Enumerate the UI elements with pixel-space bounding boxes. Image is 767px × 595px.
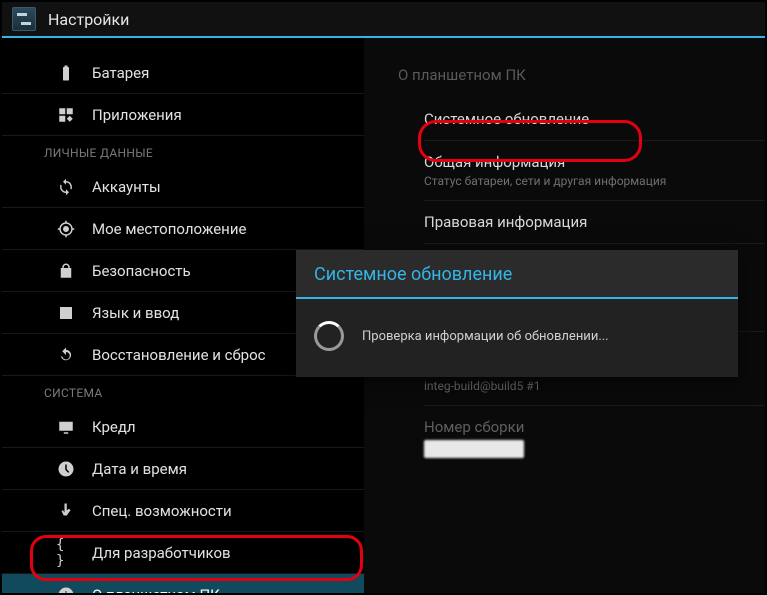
sidebar-item-apps[interactable]: Приложения (2, 94, 364, 136)
main-header: О планшетном ПК (364, 60, 765, 98)
sidebar-label: Безопасность (92, 262, 191, 280)
system-update-dialog: Системное обновление Проверка информации… (296, 250, 738, 377)
detail-title: Номер сборки (424, 418, 765, 436)
dialog-title: Системное обновление (296, 250, 738, 299)
sidebar-label: Приложения (92, 106, 182, 124)
section-header-personal: ЛИЧНЫЕ ДАННЫЕ (2, 136, 364, 166)
item-general-info[interactable]: Общая информация Статус батареи, сети и … (424, 141, 765, 201)
location-icon (56, 219, 76, 239)
item-system-update[interactable]: Системное обновление (424, 98, 765, 141)
display-icon (56, 417, 76, 437)
apps-icon (56, 105, 76, 125)
status-bar: Настройки (2, 2, 765, 38)
reset-icon (56, 345, 76, 365)
settings-icon (12, 7, 36, 31)
sidebar-item-battery[interactable]: Батарея (2, 52, 364, 94)
sync-icon (56, 177, 76, 197)
sidebar-item-location[interactable]: Мое местоположение (2, 208, 364, 250)
language-icon (56, 303, 76, 323)
battery-icon (56, 63, 76, 83)
detail-title: Общая информация (424, 153, 765, 171)
clock-icon (56, 459, 76, 479)
detail-sub: Статус батареи, сети и другая информация (424, 174, 765, 188)
sidebar-item-developer[interactable]: { } Для разработчиков (2, 532, 364, 574)
braces-icon: { } (56, 543, 76, 563)
info-icon (56, 585, 76, 594)
sidebar-item-cradle[interactable]: Кредл (2, 406, 364, 448)
redacted-value (424, 440, 524, 458)
sidebar-label: Батарея (92, 64, 149, 82)
sidebar-label: О планшетном ПК (92, 586, 220, 594)
sidebar-label: Язык и ввод (92, 304, 179, 322)
app-title: Настройки (48, 10, 129, 29)
item-legal-info[interactable]: Правовая информация (424, 201, 765, 244)
sidebar-label: Для разработчиков (92, 544, 231, 562)
sidebar-label: Восстановление и сброс (92, 346, 265, 364)
hand-icon (56, 501, 76, 521)
section-header-system: СИСТЕМА (2, 376, 364, 406)
dialog-message: Проверка информации об обновлении... (362, 329, 609, 344)
sidebar-label: Спец. возможности (92, 502, 232, 520)
sidebar-item-accessibility[interactable]: Спец. возможности (2, 490, 364, 532)
detail-title: Системное обновление (424, 110, 765, 128)
item-build-number[interactable]: Номер сборки (424, 406, 765, 470)
lock-icon (56, 261, 76, 281)
sidebar-label: Дата и время (92, 460, 187, 478)
sidebar-item-about-tablet[interactable]: О планшетном ПК (2, 574, 364, 593)
sidebar-item-accounts[interactable]: Аккаунты (2, 166, 364, 208)
sidebar-label: Мое местоположение (92, 220, 246, 238)
sidebar-label: Кредл (92, 418, 136, 436)
detail-title: Правовая информация (424, 213, 765, 231)
spinner-icon (314, 321, 344, 351)
sidebar-label: Аккаунты (92, 178, 161, 196)
sidebar-item-datetime[interactable]: Дата и время (2, 448, 364, 490)
